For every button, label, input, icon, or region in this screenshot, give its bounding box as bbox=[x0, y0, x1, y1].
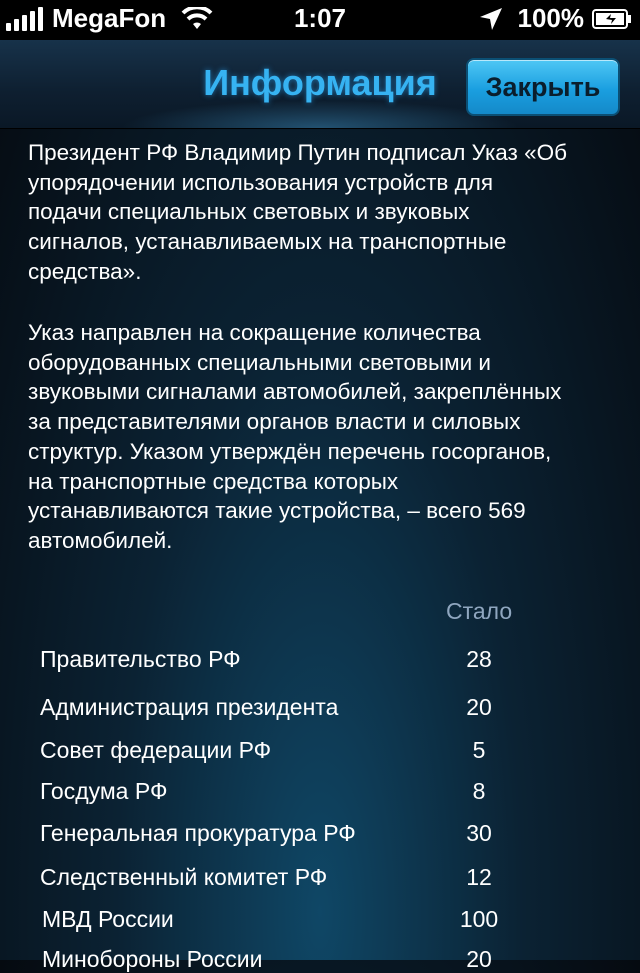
navigation-bar: Информация Закрыть bbox=[0, 40, 640, 129]
title-glow bbox=[120, 100, 520, 128]
status-bar: MegaFon 1:07 100% bbox=[0, 0, 640, 40]
row-label: Генеральная прокуратура РФ bbox=[40, 820, 356, 846]
row-value: 20 bbox=[466, 694, 492, 720]
row-value: 12 bbox=[466, 864, 492, 890]
battery-icon bbox=[592, 8, 631, 29]
location-icon bbox=[479, 7, 502, 30]
row-label: Госдума РФ bbox=[40, 778, 168, 804]
row-label: МВД России bbox=[42, 906, 174, 932]
row-value: 100 bbox=[459, 906, 499, 932]
row-label: Совет федерации РФ bbox=[40, 737, 272, 763]
row-value: 28 bbox=[466, 646, 492, 672]
row-label: Администрация президента bbox=[40, 694, 339, 720]
close-button[interactable]: Закрыть bbox=[466, 58, 620, 116]
row-value: 30 bbox=[466, 820, 492, 846]
row-label: Правительство РФ bbox=[40, 646, 241, 672]
intro-paragraph: Президент РФ Владимир Путин подписал Ука… bbox=[28, 140, 568, 284]
column-header-after: Стало bbox=[446, 598, 513, 624]
battery-percent: 100% bbox=[517, 3, 585, 33]
details-paragraph: Указ направлен на сокращение количества … bbox=[28, 320, 562, 553]
row-label: Следственный комитет РФ bbox=[40, 864, 328, 890]
row-value: 8 bbox=[472, 778, 486, 804]
row-value: 5 bbox=[472, 737, 486, 763]
